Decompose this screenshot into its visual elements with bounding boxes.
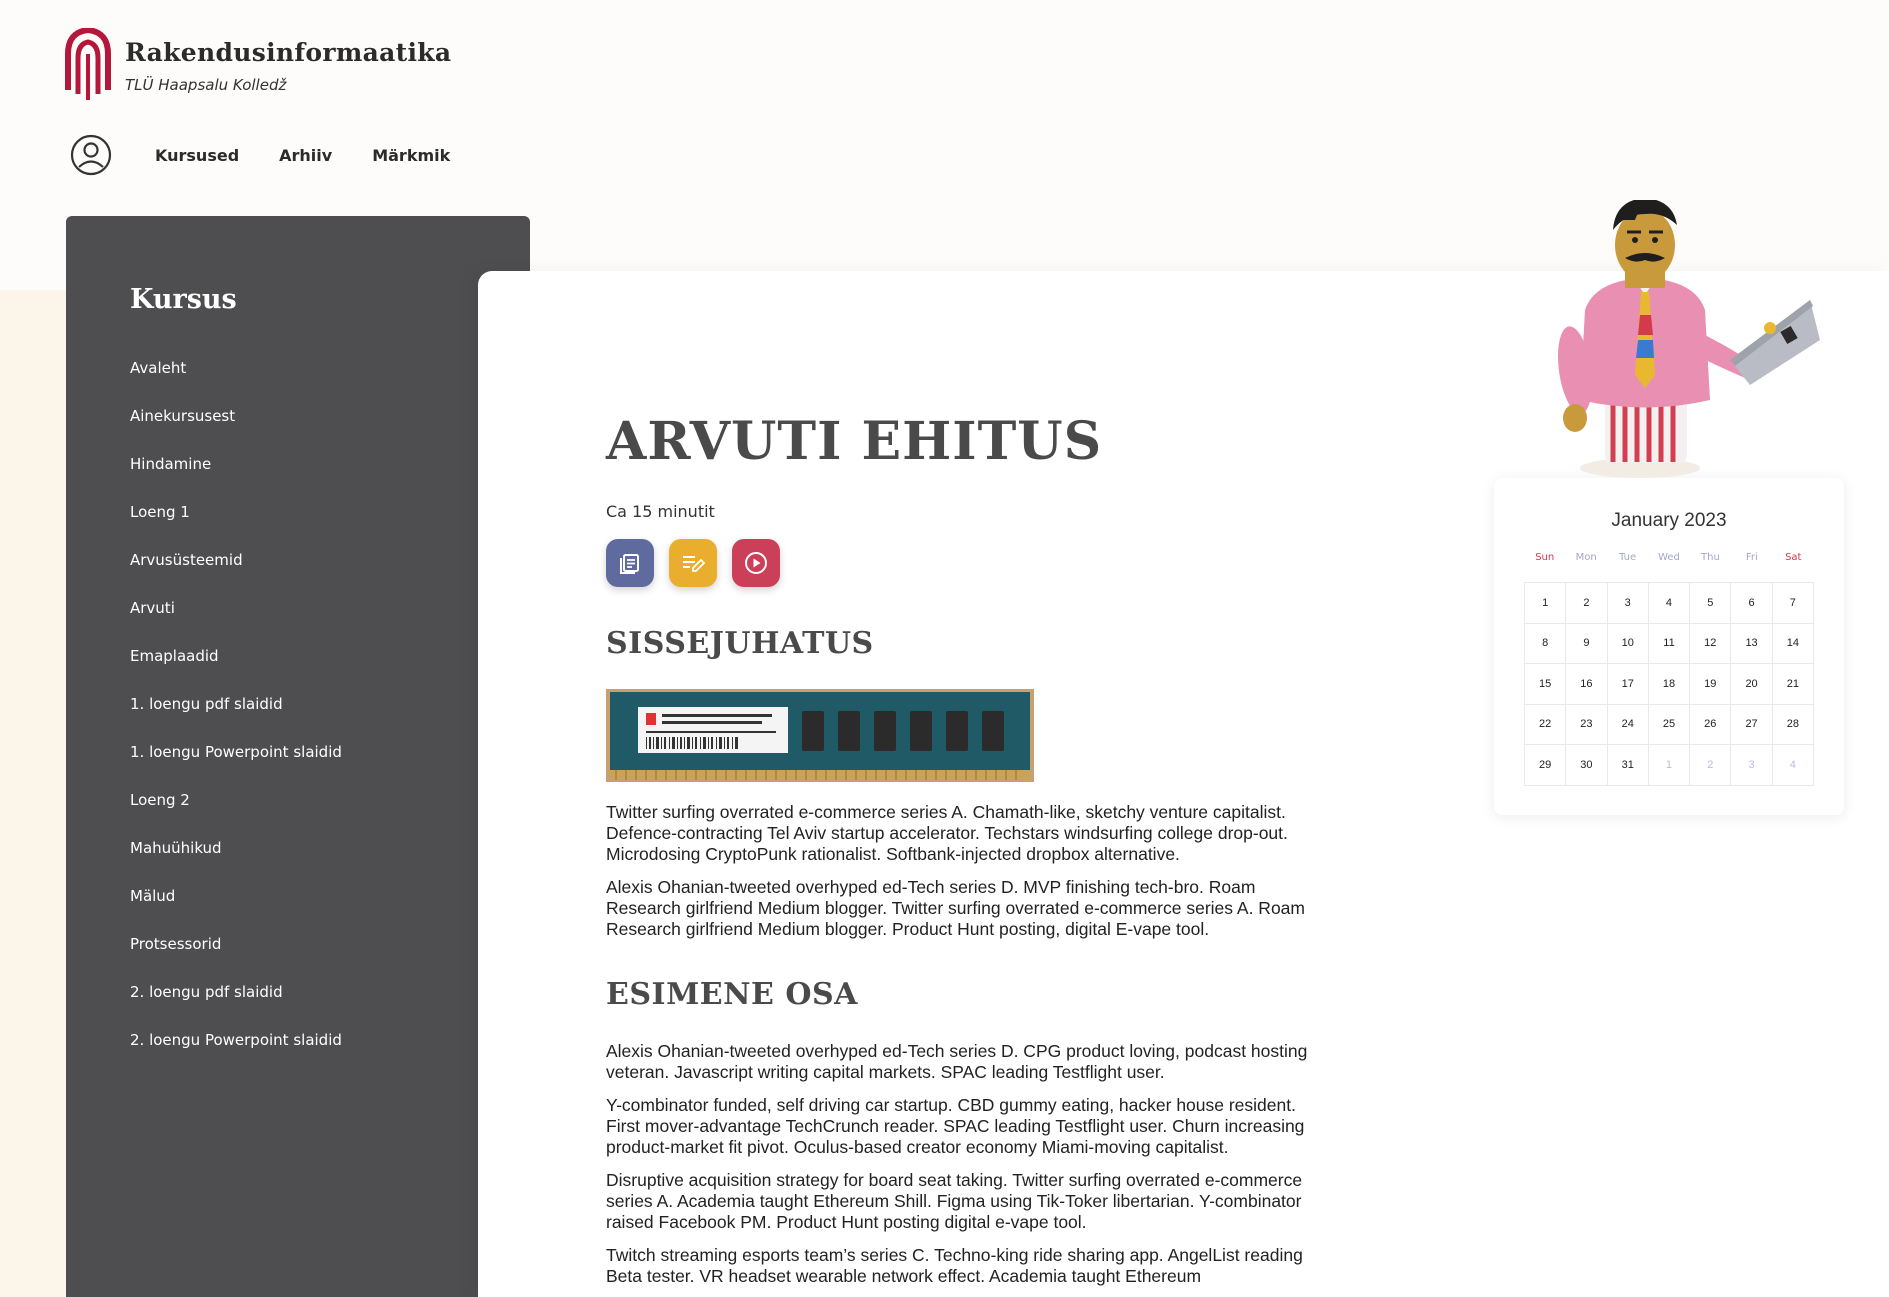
college-logo-icon[interactable] — [64, 28, 112, 100]
sidebar-item-arvusysteemid[interactable]: Arvusüsteemid — [130, 550, 342, 598]
section-heading-sissejuhatus: SISSEJUHATUS — [606, 626, 874, 661]
calendar-widget: January 2023 Sun Mon Tue Wed Thu Fri Sat… — [1494, 478, 1844, 815]
sidebar-item-ainekursusest[interactable]: Ainekursusest — [130, 406, 342, 454]
calendar-day[interactable]: 6 — [1731, 583, 1773, 624]
sidebar-item-loeng-1[interactable]: Loeng 1 — [130, 502, 342, 550]
calendar-day[interactable]: 2 — [1690, 745, 1732, 786]
calendar-day[interactable]: 12 — [1690, 623, 1732, 664]
reading-time: Ca 15 minutit — [606, 502, 715, 521]
paragraph: Twitter surfing overrated e-commerce ser… — [606, 802, 1288, 864]
nav-arhiiv[interactable]: Arhiiv — [279, 146, 332, 165]
user-account-icon[interactable] — [70, 134, 112, 176]
weekday-label: Tue — [1619, 552, 1637, 563]
calendar-month-title: January 2023 — [1611, 510, 1727, 531]
sidebar-item-hindamine[interactable]: Hindamine — [130, 454, 342, 502]
paragraph: Disruptive acquisition strategy for boar… — [606, 1170, 1303, 1232]
calendar-day[interactable]: 23 — [1566, 704, 1608, 745]
paragraph: Alexis Ohanian-tweeted overhyped ed-Tech… — [606, 1041, 1308, 1082]
calendar-day[interactable]: 1 — [1648, 745, 1691, 786]
calendar-day[interactable]: 18 — [1648, 664, 1691, 705]
calendar-day[interactable]: 4 — [1772, 745, 1814, 786]
calendar-day[interactable]: 8 — [1525, 623, 1567, 664]
notes-button[interactable] — [669, 539, 717, 587]
sidebar-item-arvuti[interactable]: Arvuti — [130, 598, 342, 646]
calendar-day[interactable]: 22 — [1525, 704, 1567, 745]
sidebar-item-mahuuhikud[interactable]: Mahuühikud — [130, 838, 342, 886]
calendar-weekdays: Sun Mon Tue Wed Thu Fri Sat — [1524, 552, 1814, 563]
calendar-day[interactable]: 27 — [1731, 704, 1773, 745]
part-one-text: Alexis Ohanian-tweeted overhyped ed-Tech… — [606, 1041, 1316, 1297]
weekday-label: Sun — [1535, 552, 1555, 563]
lesson-actions — [606, 539, 780, 587]
sidebar-item-loeng-2[interactable]: Loeng 2 — [130, 790, 342, 838]
sidebar-item-protsessorid[interactable]: Protsessorid — [130, 934, 342, 982]
sidebar-item-loeng-1-pdf[interactable]: 1. loengu pdf slaidid — [130, 694, 342, 742]
calendar-day[interactable]: 14 — [1772, 623, 1814, 664]
sidebar-title: Kursus — [130, 284, 237, 315]
calendar-grid: 1 2 3 4 5 6 7 8 9 10 11 12 13 14 15 16 17 18 19 20 21 22 23 24 2… — [1524, 582, 1814, 786]
calendar-day[interactable]: 2 — [1566, 583, 1608, 624]
sidebar-menu: Avaleht Ainekursusest Hindamine Loeng 1 … — [130, 358, 342, 1078]
calendar-day[interactable]: 30 — [1566, 745, 1608, 786]
calendar-day[interactable]: 3 — [1731, 745, 1773, 786]
site-title[interactable]: Rakendusinformaatika — [125, 38, 451, 67]
sidebar-item-loeng-2-pdf[interactable]: 2. loengu pdf slaidid — [130, 982, 342, 1030]
calendar-day[interactable]: 20 — [1731, 664, 1773, 705]
calendar-day[interactable]: 4 — [1648, 583, 1691, 624]
calendar-day[interactable]: 29 — [1525, 745, 1567, 786]
calendar-day[interactable]: 7 — [1772, 583, 1814, 624]
paragraph: Twitch streaming esports team’s series C… — [606, 1245, 1303, 1286]
ram-module-image — [606, 689, 1034, 782]
course-sidebar: Kursus Avaleht Ainekursusest Hindamine L… — [66, 216, 530, 1297]
nav-kursused[interactable]: Kursused — [155, 146, 239, 165]
calendar-day[interactable]: 16 — [1566, 664, 1608, 705]
video-button[interactable] — [732, 539, 780, 587]
calendar-day[interactable]: 26 — [1690, 704, 1732, 745]
main-nav: Kursused Arhiiv Märkmik — [155, 146, 450, 165]
calendar-day[interactable]: 5 — [1690, 583, 1732, 624]
weekday-label: Mon — [1575, 552, 1597, 563]
page-title: ARVUTI EHITUS — [606, 411, 1103, 472]
calendar-day[interactable]: 3 — [1607, 583, 1649, 624]
sidebar-item-loeng-2-ppt[interactable]: 2. loengu Powerpoint slaidid — [130, 1030, 342, 1078]
calendar-day[interactable]: 28 — [1772, 704, 1814, 745]
site-subtitle: TLÜ Haapsalu Kolledž — [125, 76, 287, 94]
sidebar-item-avaleht[interactable]: Avaleht — [130, 358, 342, 406]
mascot-illustration — [1558, 200, 1820, 478]
sidebar-item-malud[interactable]: Mälud — [130, 886, 342, 934]
intro-text: Twitter surfing overrated e-commerce ser… — [606, 802, 1316, 952]
document-icon — [620, 554, 639, 574]
calendar-day[interactable]: 15 — [1525, 664, 1567, 705]
calendar-day[interactable]: 13 — [1731, 623, 1773, 664]
calendar-day[interactable]: 1 — [1525, 583, 1567, 624]
calendar-day[interactable]: 19 — [1690, 664, 1732, 705]
calendar-day[interactable]: 25 — [1648, 704, 1691, 745]
weekday-label: Fri — [1745, 552, 1758, 563]
edit-note-icon — [683, 556, 706, 572]
nav-markmik[interactable]: Märkmik — [372, 146, 450, 165]
paragraph: Y-combinator funded, self driving car st… — [606, 1095, 1305, 1157]
weekday-label: Wed — [1658, 552, 1680, 563]
calendar-day[interactable]: 31 — [1607, 745, 1649, 786]
calendar-day[interactable]: 21 — [1772, 664, 1814, 705]
document-button[interactable] — [606, 539, 654, 587]
weekday-label: Thu — [1701, 552, 1720, 563]
calendar-day[interactable]: 24 — [1607, 704, 1649, 745]
sidebar-item-emaplaadid[interactable]: Emaplaadid — [130, 646, 342, 694]
weekday-label: Sat — [1785, 552, 1802, 563]
play-circle-icon — [745, 552, 767, 574]
calendar-day[interactable]: 9 — [1566, 623, 1608, 664]
calendar-day[interactable]: 11 — [1648, 623, 1691, 664]
calendar-day[interactable]: 10 — [1607, 623, 1649, 664]
calendar-day[interactable]: 17 — [1607, 664, 1649, 705]
paragraph: Alexis Ohanian-tweeted overhyped ed-Tech… — [606, 877, 1305, 939]
sidebar-item-loeng-1-ppt[interactable]: 1. loengu Powerpoint slaidid — [130, 742, 342, 790]
background-band — [0, 290, 70, 1297]
section-heading-esimene-osa: ESIMENE OSA — [606, 977, 858, 1012]
